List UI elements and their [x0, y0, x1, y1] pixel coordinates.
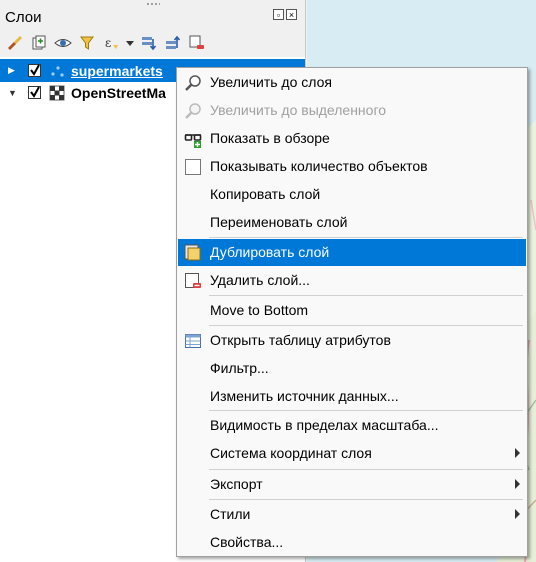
menu-item-copy-layer[interactable]: Копировать слой	[178, 181, 526, 208]
menu-item-layer-crs[interactable]: Система координат слоя	[178, 440, 526, 467]
layer-name: OpenStreetMa	[71, 84, 166, 101]
duplicate-layer-icon	[184, 244, 202, 262]
expression-filter-icon[interactable]: ε	[102, 34, 120, 52]
layer-name: supermarkets	[71, 62, 163, 79]
menu-item-scale-visibility[interactable]: Видимость в пределах масштаба...	[178, 412, 526, 439]
layer-visibility-checkbox[interactable]	[28, 86, 41, 99]
menu-item-open-attribute-table[interactable]: Открыть таблицу атрибутов	[178, 327, 526, 354]
submenu-arrow-icon	[515, 448, 520, 458]
layers-toolbar: ε	[6, 32, 206, 54]
overview-glasses-icon	[184, 130, 202, 148]
menu-item-properties[interactable]: Свойства...	[178, 529, 526, 556]
collapse-arrow-icon[interactable]: ▼	[8, 88, 18, 98]
menu-item-zoom-to-layer[interactable]: Увеличить до слоя	[178, 69, 526, 96]
submenu-arrow-icon	[515, 509, 520, 519]
menu-item-move-to-bottom[interactable]: Move to Bottom	[178, 297, 526, 324]
menu-separator	[209, 410, 523, 411]
svg-text:ε: ε	[105, 36, 111, 50]
menu-separator	[209, 237, 523, 238]
collapse-all-icon[interactable]	[164, 34, 182, 52]
layer-context-menu: Увеличить до слоя Увеличить до выделенно…	[176, 67, 528, 557]
menu-item-styles[interactable]: Стили	[178, 501, 526, 528]
point-layer-icon	[49, 63, 65, 79]
menu-item-show-feature-count[interactable]: Показывать количество объектов	[178, 153, 526, 180]
zoom-to-layer-icon	[184, 74, 202, 92]
zoom-to-selection-icon	[184, 102, 202, 120]
add-group-icon[interactable]	[30, 34, 48, 52]
menu-item-rename-layer[interactable]: Переименовать слой	[178, 209, 526, 236]
menu-item-show-in-overview[interactable]: Показать в обзоре	[178, 125, 526, 152]
menu-separator	[209, 325, 523, 326]
remove-layer-icon[interactable]	[188, 34, 206, 52]
checkbox-icon[interactable]	[184, 158, 202, 176]
menu-item-filter[interactable]: Фильтр...	[178, 355, 526, 382]
float-panel-icon[interactable]: ▫	[273, 9, 284, 20]
close-panel-icon[interactable]: ×	[286, 9, 297, 20]
chevron-down-icon[interactable]	[126, 34, 134, 52]
filter-funnel-icon[interactable]	[78, 34, 96, 52]
expand-arrow-icon[interactable]: ▶	[8, 65, 18, 76]
menu-item-zoom-to-selection: Увеличить до выделенного	[178, 97, 526, 124]
raster-layer-icon	[49, 85, 65, 101]
expand-all-icon[interactable]	[140, 34, 158, 52]
submenu-arrow-icon	[515, 479, 520, 489]
style-brush-icon[interactable]	[6, 34, 24, 52]
menu-item-change-data-source[interactable]: Изменить источник данных...	[178, 383, 526, 410]
menu-item-remove-layer[interactable]: Удалить слой...	[178, 267, 526, 294]
menu-item-export[interactable]: Экспорт	[178, 471, 526, 498]
menu-separator	[209, 295, 523, 296]
attribute-table-icon	[184, 332, 202, 350]
menu-separator	[209, 499, 523, 500]
panel-drag-grip[interactable]	[146, 2, 160, 6]
layer-visibility-checkbox[interactable]	[28, 64, 41, 77]
visibility-eye-icon[interactable]	[54, 34, 72, 52]
menu-item-duplicate-layer[interactable]: Дублировать слой	[178, 239, 526, 266]
remove-layer-icon	[184, 272, 202, 290]
menu-separator	[209, 469, 523, 470]
panel-title: Слои	[5, 9, 42, 26]
